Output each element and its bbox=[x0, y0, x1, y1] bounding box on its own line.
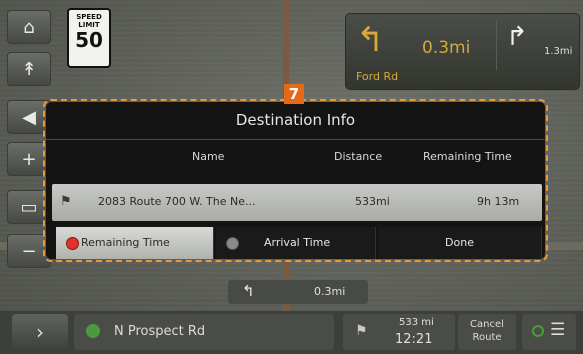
street-name: N Prospect Rd bbox=[114, 324, 206, 339]
column-name: Name bbox=[192, 150, 225, 163]
chevron-right-icon[interactable]: › bbox=[12, 314, 68, 350]
done-button[interactable]: Done bbox=[378, 227, 542, 259]
cancel-route-button[interactable]: Cancel Route bbox=[458, 314, 516, 350]
column-remaining-time: Remaining Time bbox=[423, 150, 512, 163]
destination-row[interactable]: ⚑ 2083 Route 700 W. The Ne... 533mi 9h 1… bbox=[52, 184, 542, 221]
menu-button[interactable]: ☰ bbox=[522, 314, 576, 350]
current-street[interactable]: N Prospect Rd bbox=[74, 314, 334, 350]
remaining-time-label: Remaining Time bbox=[81, 236, 170, 249]
radio-unselected-icon bbox=[226, 237, 239, 250]
next-turn-distance: 1.3mi bbox=[544, 46, 573, 57]
turn-distance: 0.3mi bbox=[422, 38, 471, 58]
eta-distance: 533 mi bbox=[399, 317, 434, 328]
eta-panel[interactable]: ⚑ 533 mi 12:21 bbox=[343, 314, 455, 350]
dialog-title: Destination Info bbox=[46, 102, 545, 140]
destination-remaining: 9h 13m bbox=[477, 195, 520, 208]
speed-limit-value: 50 bbox=[75, 28, 103, 52]
speed-limit-sign: SPEED LIMIT 50 bbox=[67, 8, 111, 68]
turn-right-arrow-icon: ↱ bbox=[506, 22, 528, 52]
column-distance: Distance bbox=[334, 150, 383, 163]
arrival-time-option[interactable]: Arrival Time bbox=[216, 227, 376, 259]
turn-guidance-panel[interactable]: ↰ 0.3mi ↱ 1.3mi Ford Rd bbox=[345, 13, 580, 90]
turn-arrow-icon: ↰ bbox=[242, 282, 255, 300]
remaining-time-option[interactable]: Remaining Time bbox=[56, 227, 214, 259]
speed-limit-label: SPEED LIMIT bbox=[76, 13, 102, 29]
turn-divider bbox=[496, 20, 497, 70]
dialog-options: Remaining Time Arrival Time Done bbox=[46, 227, 545, 259]
arrival-time-label: Arrival Time bbox=[264, 236, 331, 249]
turn-road-name: Ford Rd bbox=[356, 70, 399, 83]
next-turn-indicator: ↰ 0.3mi bbox=[228, 280, 368, 304]
compass-icon[interactable]: ↟ bbox=[7, 52, 51, 86]
destination-distance: 533mi bbox=[355, 195, 390, 208]
flag-icon: ⚑ bbox=[355, 323, 368, 339]
callout-badge: 7 bbox=[284, 84, 304, 104]
home-icon[interactable]: ⌂ bbox=[7, 10, 51, 44]
gps-icon bbox=[532, 325, 544, 337]
destination-address: 2083 Route 700 W. The Ne... bbox=[98, 195, 256, 208]
menu-icon: ☰ bbox=[550, 320, 566, 340]
location-pin-icon bbox=[86, 324, 100, 338]
radio-selected-icon bbox=[66, 237, 79, 250]
next-turn-distance-value: 0.3mi bbox=[314, 285, 346, 298]
checkered-flag-icon: ⚑ bbox=[60, 194, 72, 209]
destination-info-dialog: Destination Info Name Distance Remaining… bbox=[46, 102, 545, 259]
eta-time: 12:21 bbox=[395, 332, 433, 347]
turn-left-arrow-icon: ↰ bbox=[356, 20, 385, 60]
